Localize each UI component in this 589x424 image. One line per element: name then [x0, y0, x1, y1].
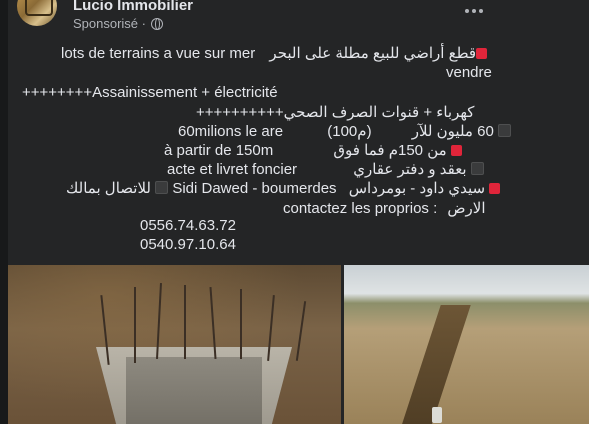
sponsored-label[interactable]: Sponsorisé · [73, 16, 146, 31]
pit-interior [126, 357, 262, 424]
pipe [432, 407, 442, 423]
text-line-2: vendre [446, 64, 492, 81]
phone-2[interactable]: 0540.97.10.64 [140, 236, 236, 253]
text-line-9: contactez les proprios : الارض [283, 199, 486, 217]
red-square-icon [476, 48, 488, 59]
rebar [240, 289, 242, 359]
text-ar: الارض [447, 200, 486, 217]
text-fr: acte et livret foncier [167, 161, 298, 178]
more-options-icon [465, 9, 469, 13]
author-name[interactable]: Lucio Immobilier [73, 0, 193, 14]
black-square-icon [155, 181, 169, 194]
text-ar: بعقد و دفتر عقاري [353, 161, 467, 178]
black-square-icon [470, 162, 484, 175]
text-line-5: 60milions le are (100م) 60 مليون للآر [178, 122, 511, 140]
phone-1[interactable]: 0556.74.63.72 [140, 217, 236, 234]
rebar [134, 287, 136, 363]
text-line-4: ++++++++++كهرباء + قنوات الصرف الصحي [196, 104, 475, 121]
red-square-icon [489, 183, 501, 194]
text-fr: lots de terrains a vue sur mer [61, 45, 256, 62]
text-fr: Sidi Dawed - boumerdes [172, 180, 337, 197]
text-line-1: lots de terrains a vue sur mer قطع أراضي… [61, 44, 488, 62]
text-ar: للاتصال بمالك [66, 180, 151, 197]
trench-photo[interactable] [344, 265, 589, 424]
more-dot [479, 9, 483, 13]
black-square-icon [497, 124, 511, 137]
more-options-button[interactable] [462, 3, 486, 19]
text-line-3: ++++++++Assainissement + électricité [22, 84, 278, 101]
text-fr: à partir de 150m [164, 142, 274, 159]
text-meter: (100م) [327, 123, 372, 140]
rebar [295, 301, 307, 361]
text-ar: قطع أراضي للبيع مطلة على البحر [269, 45, 477, 62]
construction-pit-photo[interactable] [8, 265, 342, 424]
text-fr: 60milions le are [178, 123, 284, 140]
text-fr: contactez les proprios : [283, 200, 438, 217]
text-line-6: à partir de 150m من 150م فما فوق [164, 141, 462, 159]
more-dot [472, 9, 476, 13]
text-ar: من 150م فما فوق [333, 142, 447, 159]
text-ar: سيدي داود - بومرداس [348, 180, 486, 197]
post-meta: Sponsorisé · [73, 16, 163, 31]
text-line-8: للاتصال بمالك Sidi Dawed - boumerdes سيد… [66, 179, 501, 197]
text-line-7: acte et livret foncier بعقد و دفتر عقاري [167, 160, 484, 178]
rebar [184, 285, 186, 359]
text-ar: 60 مليون للآر [411, 123, 494, 140]
globe-icon [150, 17, 163, 30]
red-square-icon [450, 145, 462, 156]
